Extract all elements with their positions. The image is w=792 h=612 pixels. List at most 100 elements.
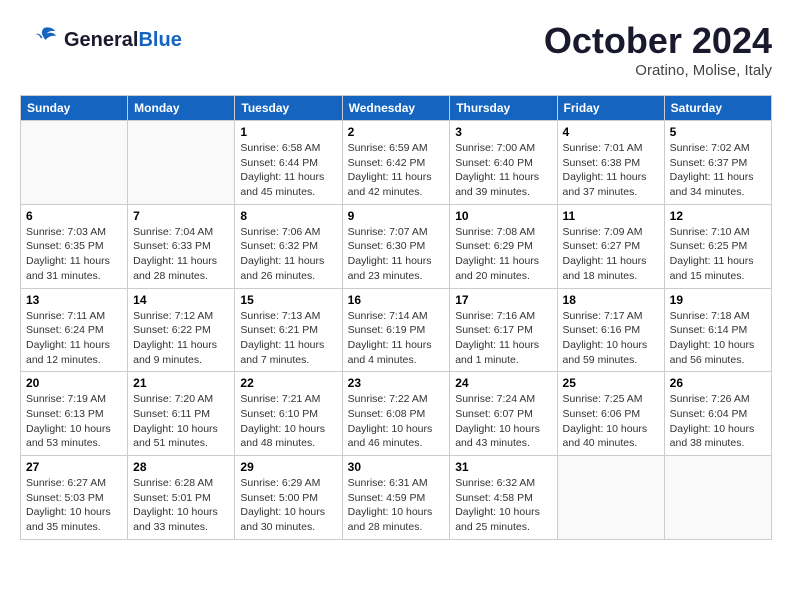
day-number: 23 [348,376,445,390]
logo-text-block: GeneralBlue [64,29,182,51]
table-row: 23 Sunrise: 7:22 AMSunset: 6:08 PMDayligh… [342,372,450,456]
page-header: GeneralBlue October 2024 Oratino, Molise… [20,20,772,79]
table-row: 25 Sunrise: 7:25 AMSunset: 6:06 PMDayligh… [557,372,664,456]
table-row [21,121,128,205]
day-number: 20 [26,376,122,390]
table-row: 17Sunrise: 7:16 AMSunset: 6:17 PMDayligh… [450,288,557,372]
table-row: 26 Sunrise: 7:26 AMSunset: 6:04 PMDayligh… [664,372,771,456]
table-row [557,456,664,540]
day-number: 25 [563,376,659,390]
table-row [664,456,771,540]
table-row: 29 Sunrise: 6:29 AMSunset: 5:00 PMDayligh… [235,456,342,540]
day-info: Sunrise: 7:13 AMSunset: 6:21 PMDaylight:… [240,309,336,368]
table-row: 16 Sunrise: 7:14 AMSunset: 6:19 PMDayligh… [342,288,450,372]
calendar-week-row: 13 Sunrise: 7:11 AMSunset: 6:24 PMDayligh… [21,288,772,372]
day-info: Sunrise: 7:19 AMSunset: 6:13 PMDaylight:… [26,392,122,451]
day-info: Sunrise: 7:02 AMSunset: 6:37 PMDaylight:… [670,141,766,200]
day-info: Sunrise: 7:26 AMSunset: 6:04 PMDaylight:… [670,392,766,451]
day-info: Sunrise: 6:31 AMSunset: 4:59 PMDaylight:… [348,476,445,535]
calendar-header-row: Sunday Monday Tuesday Wednesday Thursday… [21,96,772,121]
day-info: Sunrise: 6:59 AMSunset: 6:42 PMDaylight:… [348,141,445,200]
table-row: 10 Sunrise: 7:08 AMSunset: 6:29 PMDayligh… [450,204,557,288]
day-number: 31 [455,460,551,474]
col-monday: Monday [128,96,235,121]
location-subtitle: Oratino, Molise, Italy [544,62,772,79]
day-number: 8 [240,209,336,223]
day-number: 28 [133,460,229,474]
col-friday: Friday [557,96,664,121]
day-number: 10 [455,209,551,223]
day-number: 19 [670,293,766,307]
table-row: 28 Sunrise: 6:28 AMSunset: 5:01 PMDayligh… [128,456,235,540]
day-number: 30 [348,460,445,474]
table-row: 13 Sunrise: 7:11 AMSunset: 6:24 PMDayligh… [21,288,128,372]
col-thursday: Thursday [450,96,557,121]
day-info: Sunrise: 7:25 AMSunset: 6:06 PMDaylight:… [563,392,659,451]
table-row: 1 Sunrise: 6:58 AMSunset: 6:44 PMDaylight… [235,121,342,205]
day-info: Sunrise: 7:10 AMSunset: 6:25 PMDaylight:… [670,225,766,284]
table-row: 7Sunrise: 7:04 AMSunset: 6:33 PMDaylight… [128,204,235,288]
day-info: Sunrise: 7:11 AMSunset: 6:24 PMDaylight:… [26,309,122,368]
logo-icon [20,20,60,60]
day-info: Sunrise: 7:14 AMSunset: 6:19 PMDaylight:… [348,309,445,368]
table-row: 2 Sunrise: 6:59 AMSunset: 6:42 PMDaylight… [342,121,450,205]
table-row: 19 Sunrise: 7:18 AMSunset: 6:14 PMDayligh… [664,288,771,372]
logo: GeneralBlue [20,20,182,60]
day-info: Sunrise: 7:12 AMSunset: 6:22 PMDaylight:… [133,309,229,368]
calendar-week-row: 20 Sunrise: 7:19 AMSunset: 6:13 PMDayligh… [21,372,772,456]
day-info: Sunrise: 6:58 AMSunset: 6:44 PMDaylight:… [240,141,336,200]
table-row: 31Sunrise: 6:32 AMSunset: 4:58 PMDayligh… [450,456,557,540]
day-info: Sunrise: 6:28 AMSunset: 5:01 PMDaylight:… [133,476,229,535]
table-row: 18 Sunrise: 7:17 AMSunset: 6:16 PMDayligh… [557,288,664,372]
col-wednesday: Wednesday [342,96,450,121]
calendar-week-row: 6 Sunrise: 7:03 AMSunset: 6:35 PMDaylight… [21,204,772,288]
day-number: 27 [26,460,122,474]
day-number: 15 [240,293,336,307]
day-info: Sunrise: 7:21 AMSunset: 6:10 PMDaylight:… [240,392,336,451]
day-number: 11 [563,209,659,223]
day-number: 6 [26,209,122,223]
day-info: Sunrise: 7:00 AMSunset: 6:40 PMDaylight:… [455,141,551,200]
calendar-week-row: 1 Sunrise: 6:58 AMSunset: 6:44 PMDaylight… [21,121,772,205]
day-number: 21 [133,376,229,390]
logo-blue: Blue [138,29,181,51]
day-info: Sunrise: 7:09 AMSunset: 6:27 PMDaylight:… [563,225,659,284]
table-row: 11 Sunrise: 7:09 AMSunset: 6:27 PMDayligh… [557,204,664,288]
day-number: 18 [563,293,659,307]
day-number: 16 [348,293,445,307]
day-info: Sunrise: 7:24 AMSunset: 6:07 PMDaylight:… [455,392,551,451]
col-sunday: Sunday [21,96,128,121]
table-row: 15 Sunrise: 7:13 AMSunset: 6:21 PMDayligh… [235,288,342,372]
day-number: 2 [348,125,445,139]
day-number: 26 [670,376,766,390]
table-row: 12Sunrise: 7:10 AMSunset: 6:25 PMDayligh… [664,204,771,288]
day-info: Sunrise: 7:06 AMSunset: 6:32 PMDaylight:… [240,225,336,284]
day-info: Sunrise: 6:29 AMSunset: 5:00 PMDaylight:… [240,476,336,535]
day-info: Sunrise: 7:18 AMSunset: 6:14 PMDaylight:… [670,309,766,368]
table-row: 8 Sunrise: 7:06 AMSunset: 6:32 PMDaylight… [235,204,342,288]
table-row: 9 Sunrise: 7:07 AMSunset: 6:30 PMDaylight… [342,204,450,288]
day-info: Sunrise: 7:03 AMSunset: 6:35 PMDaylight:… [26,225,122,284]
day-info: Sunrise: 7:20 AMSunset: 6:11 PMDaylight:… [133,392,229,451]
day-number: 3 [455,125,551,139]
day-info: Sunrise: 7:17 AMSunset: 6:16 PMDaylight:… [563,309,659,368]
day-number: 1 [240,125,336,139]
day-number: 29 [240,460,336,474]
logo-general: General [64,29,138,51]
table-row: 30 Sunrise: 6:31 AMSunset: 4:59 PMDayligh… [342,456,450,540]
table-row: 22 Sunrise: 7:21 AMSunset: 6:10 PMDayligh… [235,372,342,456]
table-row: 5Sunrise: 7:02 AMSunset: 6:37 PMDaylight… [664,121,771,205]
day-info: Sunrise: 7:22 AMSunset: 6:08 PMDaylight:… [348,392,445,451]
day-number: 22 [240,376,336,390]
col-tuesday: Tuesday [235,96,342,121]
table-row: 27Sunrise: 6:27 AMSunset: 5:03 PMDayligh… [21,456,128,540]
day-info: Sunrise: 7:07 AMSunset: 6:30 PMDaylight:… [348,225,445,284]
day-number: 13 [26,293,122,307]
day-info: Sunrise: 7:08 AMSunset: 6:29 PMDaylight:… [455,225,551,284]
day-number: 9 [348,209,445,223]
day-number: 7 [133,209,229,223]
table-row: 6 Sunrise: 7:03 AMSunset: 6:35 PMDaylight… [21,204,128,288]
calendar-week-row: 27Sunrise: 6:27 AMSunset: 5:03 PMDayligh… [21,456,772,540]
col-saturday: Saturday [664,96,771,121]
table-row: 3 Sunrise: 7:00 AMSunset: 6:40 PMDaylight… [450,121,557,205]
